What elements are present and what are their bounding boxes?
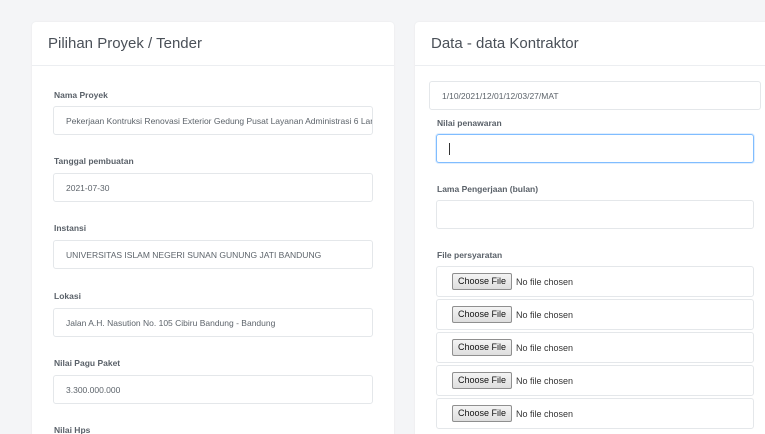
instansi-field[interactable]: UNIVERSITAS ISLAM NEGERI SUNAN GUNUNG JA… [53, 240, 373, 269]
nilai-penawaran-input[interactable] [436, 134, 754, 163]
nilai-hps-label: Nilai Hps [54, 425, 91, 434]
lama-pengerjaan-input[interactable] [436, 200, 754, 229]
file-persyaratan-label: File persyaratan [437, 250, 503, 260]
nama-proyek-label: Nama Proyek [54, 90, 108, 100]
instansi-label: Instansi [54, 223, 87, 233]
file-upload-4: Choose File No file chosen [436, 365, 754, 396]
lokasi-field[interactable]: Jalan A.H. Nasution No. 105 Cibiru Bandu… [53, 308, 373, 337]
nilai-penawaran-label: Nilai penawaran [437, 118, 502, 128]
nilai-pagu-paket-field[interactable]: 3.300.000.000 [53, 375, 373, 404]
project-card-title: Pilihan Proyek / Tender [32, 22, 394, 66]
file-status-2: No file chosen [516, 309, 574, 320]
contractor-card-title: Data - data Kontraktor [415, 22, 765, 66]
choose-file-button-4[interactable]: Choose File [452, 372, 513, 389]
tanggal-pembuatan-field[interactable]: 2021-07-30 [53, 173, 373, 202]
nilai-pagu-paket-label: Nilai Pagu Paket [54, 358, 121, 368]
file-upload-2: Choose File No file chosen [436, 299, 754, 330]
choose-file-button-1[interactable]: Choose File [452, 273, 513, 290]
lama-pengerjaan-label: Lama Pengerjaan (bulan) [437, 184, 539, 194]
file-upload-1: Choose File No file chosen [436, 266, 754, 297]
choose-file-button-5[interactable]: Choose File [452, 405, 513, 422]
file-status-4: No file chosen [516, 375, 574, 386]
file-status-5: No file chosen [516, 408, 574, 419]
contractor-code-field[interactable]: 1/10/2021/12/01/12/03/27/MAT [429, 81, 761, 110]
nama-proyek-field[interactable]: Pekerjaan Kontruksi Renovasi Exterior Ge… [53, 106, 373, 135]
tanggal-pembuatan-label: Tanggal pembuatan [54, 156, 134, 166]
choose-file-button-3[interactable]: Choose File [452, 339, 513, 356]
text-cursor [449, 143, 450, 155]
project-card: Pilihan Proyek / Tender Nama Proyek Peke… [32, 22, 394, 434]
file-status-1: No file chosen [516, 276, 574, 287]
contractor-card: Data - data Kontraktor 1/10/2021/12/01/1… [415, 22, 765, 434]
lokasi-label: Lokasi [54, 291, 81, 301]
choose-file-button-2[interactable]: Choose File [452, 306, 513, 323]
file-upload-3: Choose File No file chosen [436, 332, 754, 363]
file-status-3: No file chosen [516, 342, 574, 353]
file-upload-5: Choose File No file chosen [436, 398, 754, 429]
